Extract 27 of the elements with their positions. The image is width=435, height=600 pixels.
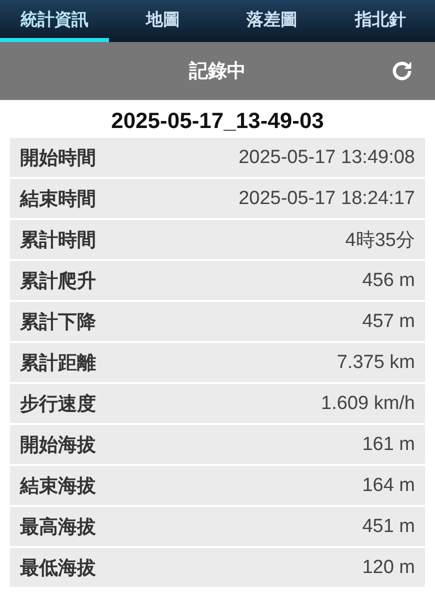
stat-label: 累計距離 xyxy=(20,350,96,376)
stat-label: 最高海拔 xyxy=(20,514,96,540)
stat-label: 最低海拔 xyxy=(20,556,96,580)
stat-value: 457 m xyxy=(362,310,415,332)
stat-value: 1.609 km/h xyxy=(321,392,415,414)
stat-label: 開始時間 xyxy=(20,146,96,170)
stat-label: 結束海拔 xyxy=(20,474,96,498)
stat-value: 456 m xyxy=(362,270,415,292)
stat-label: 開始海拔 xyxy=(20,432,96,458)
record-name: 2025-05-17_13-49-03 xyxy=(110,107,325,135)
tab[interactable]: 落差圖 xyxy=(218,0,326,42)
header-title: 記錄中 xyxy=(189,59,246,84)
stat-value: 164 m xyxy=(362,474,415,496)
stat-value: 161 m xyxy=(362,434,415,456)
stat-value: 2025-05-17 18:24:17 xyxy=(238,188,415,210)
stat-value: 451 m xyxy=(362,516,415,538)
stat-value: 4時35分 xyxy=(345,228,415,252)
stat-label: 結束時間 xyxy=(20,186,96,212)
tab[interactable]: 地圖 xyxy=(108,0,218,42)
tab[interactable]: 指北針 xyxy=(326,0,435,42)
stat-label: 累計時間 xyxy=(20,228,96,252)
stat-value: 120 m xyxy=(362,556,415,578)
stat-label: 步行速度 xyxy=(20,392,96,416)
stat-value: 7.375 km xyxy=(336,352,415,374)
stat-label: 累計下降 xyxy=(20,310,96,334)
stat-label: 累計爬升 xyxy=(20,268,96,294)
stat-value: 2025-05-17 13:49:08 xyxy=(238,146,415,168)
